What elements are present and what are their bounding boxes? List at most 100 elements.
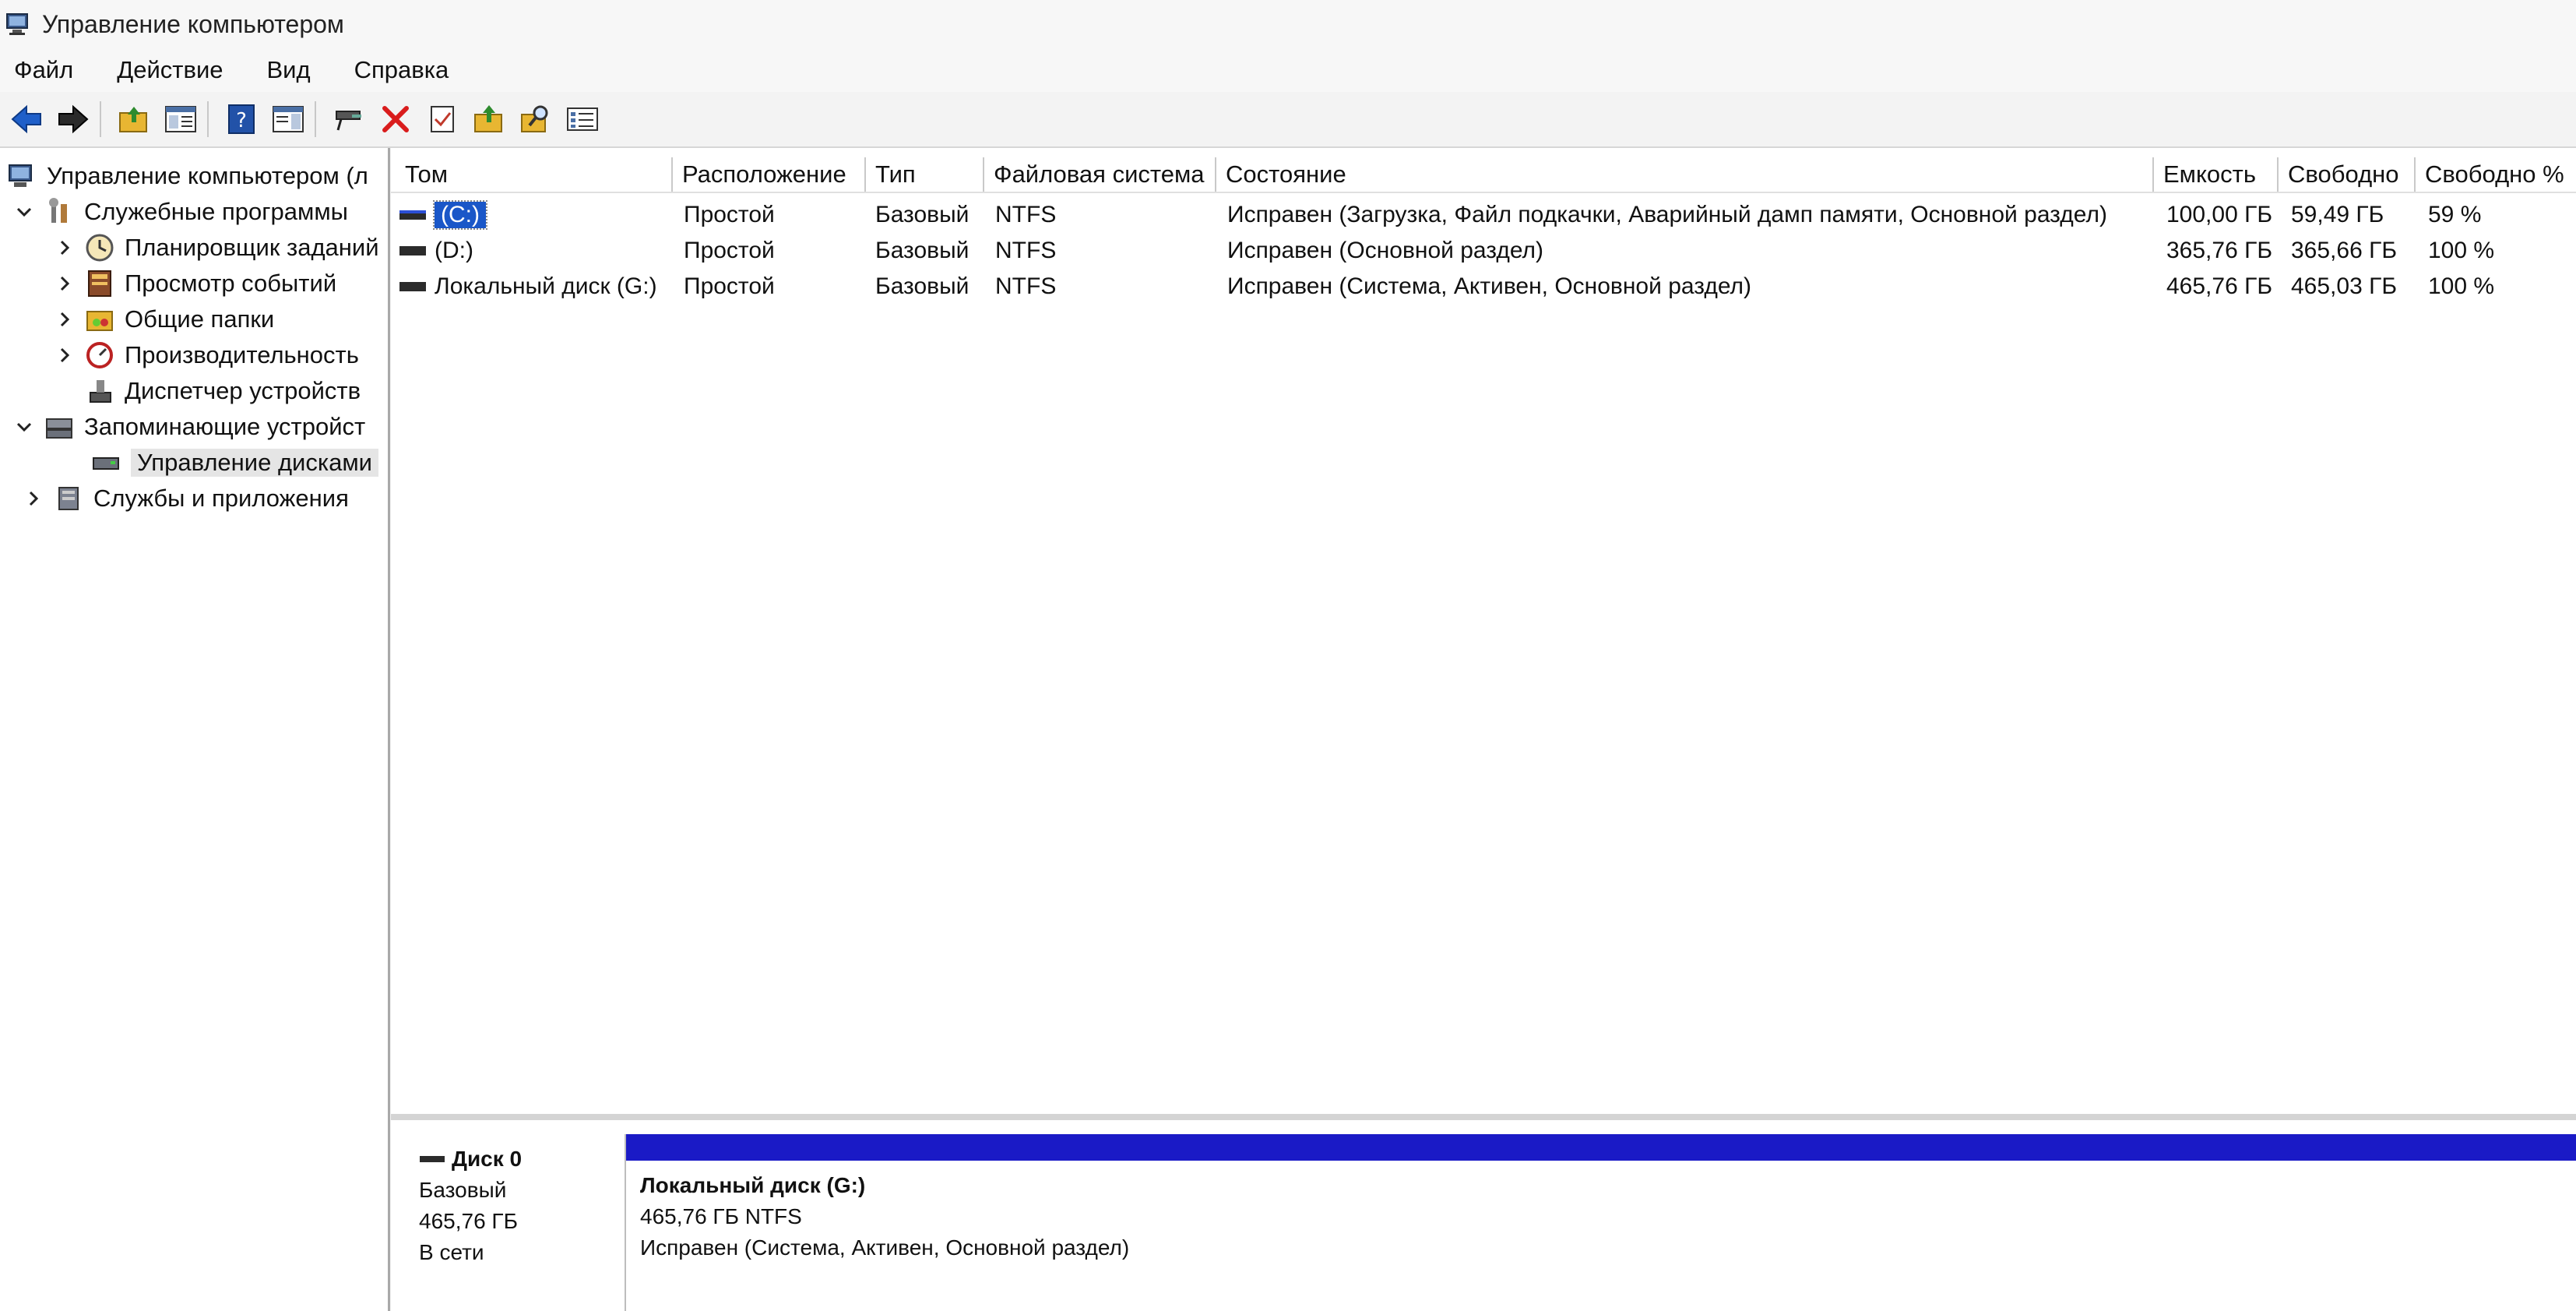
table-row-volume-d[interactable]: (D:) (399, 234, 473, 268)
cell-capacity: 365,76 ГБ (2166, 238, 2273, 263)
toolbar: ? (0, 92, 2576, 148)
volume-icon (399, 210, 426, 220)
column-header-volume[interactable]: Том (396, 157, 673, 192)
cell-status: Исправен (Загрузка, Файл подкачки, Авари… (1227, 202, 2107, 227)
disk-type: Базовый (419, 1178, 507, 1202)
column-header-type[interactable]: Тип (866, 157, 984, 192)
tree-label: Производительность (125, 341, 359, 368)
menu-help[interactable]: Справка (354, 56, 449, 84)
tree-node-scheduler[interactable]: Планировщик заданий (56, 231, 379, 265)
menu-file[interactable]: Файл (14, 56, 73, 84)
column-header-filesystem[interactable]: Файловая система (984, 157, 1216, 192)
tree-label: Управление дисками (131, 449, 378, 477)
column-header-capacity[interactable]: Емкость (2154, 157, 2279, 192)
show-tree-button[interactable] (160, 99, 201, 139)
menu-action[interactable]: Действие (117, 56, 223, 84)
partition-status: Исправен (Система, Активен, Основной раз… (640, 1235, 1130, 1260)
title-bar: Управление компьютером (0, 0, 2576, 48)
column-header-status[interactable]: Состояние (1216, 157, 2154, 192)
volume-icon (399, 282, 426, 291)
tree-node-root[interactable]: Управление компьютером (л (6, 159, 368, 193)
cell-free: 365,66 ГБ (2291, 238, 2398, 263)
connect-button[interactable] (329, 99, 369, 139)
tree-node-storage[interactable]: Запоминающие устройст (16, 410, 365, 444)
chevron-right-icon[interactable] (56, 347, 73, 364)
cell-free-percent: 100 % (2428, 238, 2495, 263)
cell-location: Простой (684, 273, 775, 299)
tree-node-services[interactable]: Службы и приложения (25, 481, 349, 516)
chevron-right-icon[interactable] (25, 490, 42, 507)
partition-bar (626, 1134, 2576, 1161)
disk-management-icon (90, 447, 121, 478)
tree-node-events[interactable]: Просмотр событий (56, 266, 336, 301)
toolbar-separator (100, 101, 101, 137)
folder-arrow-icon (474, 105, 502, 132)
tree-label: Служебные программы (84, 198, 348, 225)
list-view-button[interactable] (562, 99, 603, 139)
tools-icon (44, 196, 75, 227)
disk-icon (420, 1156, 445, 1162)
column-header-free[interactable]: Свободно (2279, 157, 2416, 192)
search-folder-icon (521, 105, 548, 132)
tree-label: Службы и приложения (93, 485, 349, 512)
cell-capacity: 100,00 ГБ (2166, 202, 2273, 227)
cell-filesystem: NTFS (995, 202, 1057, 227)
back-button[interactable] (6, 99, 47, 139)
cell-free: 59,49 ГБ (2291, 202, 2384, 227)
tree-label: Диспетчер устройств (125, 377, 361, 404)
svg-text:?: ? (236, 109, 247, 132)
delete-button[interactable] (375, 99, 416, 139)
partition-g[interactable]: Локальный диск (G:) 465,76 ГБ NTFS Испра… (625, 1134, 2576, 1311)
cell-free-percent: 100 % (2428, 273, 2495, 299)
volume-list: Том Расположение Тип Файловая система Со… (391, 148, 2576, 1114)
tree-label: Общие папки (125, 305, 275, 333)
tree-node-utilities[interactable]: Служебные программы (16, 195, 348, 229)
search-button[interactable] (516, 99, 556, 139)
properties-pane-button[interactable] (268, 99, 308, 139)
chevron-down-icon[interactable] (16, 203, 33, 220)
cell-status: Исправен (Основной раздел) (1227, 238, 1544, 263)
export-button[interactable] (469, 99, 509, 139)
check-button[interactable] (422, 99, 463, 139)
computer-management-icon (6, 160, 37, 192)
cell-type: Базовый (875, 202, 970, 227)
cell-status: Исправен (Система, Активен, Основной раз… (1227, 273, 1752, 299)
tree-node-disk-management[interactable]: Управление дисками (90, 446, 378, 480)
volume-name: (D:) (435, 238, 473, 263)
storage-icon (44, 411, 75, 442)
cell-free: 465,03 ГБ (2291, 273, 2398, 299)
menu-view[interactable]: Вид (267, 56, 311, 84)
disk-0-info[interactable]: Диск 0 Базовый 465,76 ГБ В сети (419, 1144, 621, 1268)
delete-x-icon (382, 106, 409, 132)
tree-label: Планировщик заданий (125, 234, 379, 261)
tree-node-shared[interactable]: Общие папки (56, 302, 274, 337)
partition-name: Локальный диск (G:) (640, 1173, 866, 1197)
tree-node-device-manager[interactable]: Диспетчер устройств (84, 374, 361, 408)
chevron-down-icon[interactable] (16, 418, 33, 435)
chevron-right-icon[interactable] (56, 275, 73, 292)
folder-up-icon (119, 107, 147, 132)
cell-free-percent: 59 % (2428, 202, 2482, 227)
services-icon (53, 483, 84, 514)
tree-node-performance[interactable]: Производительность (56, 338, 359, 372)
cell-location: Простой (684, 238, 775, 263)
disk-graphical-view: Диск 0 Базовый 465,76 ГБ В сети Локальны… (391, 1120, 2576, 1311)
pane-icon (273, 106, 304, 132)
table-row-volume-c[interactable]: (C:) (399, 198, 487, 232)
cell-type: Базовый (875, 273, 970, 299)
pane-splitter[interactable] (391, 1114, 2576, 1120)
navigation-tree: Управление компьютером (л Служебные прог… (0, 148, 390, 1311)
chevron-right-icon[interactable] (56, 239, 73, 256)
arrow-left-icon (11, 104, 41, 134)
disk-name: Диск 0 (452, 1147, 523, 1171)
table-row-volume-g[interactable]: Локальный диск (G:) (399, 270, 657, 304)
column-header-free-percent[interactable]: Свободно % (2416, 157, 2576, 192)
column-header-location[interactable]: Расположение (673, 157, 866, 192)
chevron-right-icon[interactable] (56, 311, 73, 328)
cell-capacity: 465,76 ГБ (2166, 273, 2273, 299)
help-button[interactable]: ? (221, 99, 262, 139)
window-title: Управление компьютером (42, 9, 344, 38)
forward-button[interactable] (53, 99, 93, 139)
volume-name: (C:) (433, 200, 487, 230)
up-folder-button[interactable] (114, 99, 154, 139)
